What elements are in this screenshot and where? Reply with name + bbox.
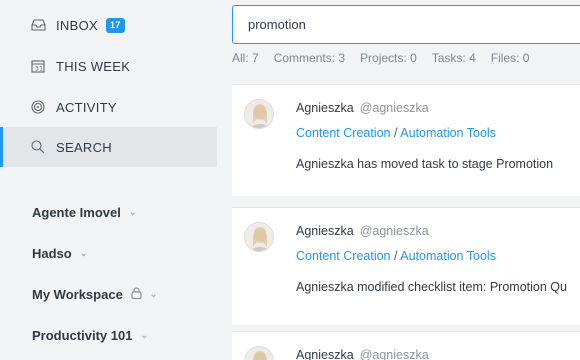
avatar bbox=[244, 99, 274, 129]
result-card[interactable]: Agnieszka @agnieszka Content Creation / A… bbox=[232, 84, 580, 196]
result-card[interactable]: Agnieszka @agnieszka Content Creation / A… bbox=[232, 207, 580, 325]
inbox-count-badge: 17 bbox=[105, 17, 125, 33]
chevron-down-icon[interactable]: ⌄ bbox=[140, 330, 148, 341]
avatar bbox=[244, 222, 274, 252]
filter-files[interactable]: Files: 0 bbox=[491, 51, 530, 65]
breadcrumb: Content Creation / Automation Tools bbox=[296, 126, 496, 140]
nav-search-label: SEARCH bbox=[56, 139, 112, 155]
project-link[interactable]: Content Creation bbox=[296, 249, 391, 263]
avatar bbox=[244, 346, 274, 360]
breadcrumb-separator: / bbox=[394, 249, 398, 263]
search-input[interactable]: promotion bbox=[232, 5, 580, 44]
author-handle: @agnieszka bbox=[359, 348, 429, 360]
workspace-label: Hadso bbox=[32, 246, 72, 261]
nav-this-week[interactable]: 31 THIS WEEK bbox=[0, 46, 217, 86]
workspace-label: My Workspace bbox=[32, 287, 123, 302]
chevron-down-icon[interactable]: ⌄ bbox=[150, 289, 158, 300]
nav-search[interactable]: SEARCH bbox=[0, 127, 217, 167]
author-name: Agnieszka bbox=[296, 348, 354, 360]
author: Agnieszka @agnieszka bbox=[296, 101, 429, 115]
filter-projects[interactable]: Projects: 0 bbox=[360, 51, 417, 65]
workspace-label: Productivity 101 bbox=[32, 328, 133, 343]
nav-this-week-label: THIS WEEK bbox=[56, 58, 131, 74]
project-link[interactable]: Content Creation bbox=[296, 126, 391, 140]
breadcrumb-separator: / bbox=[394, 126, 398, 140]
nav-inbox-label: INBOX bbox=[56, 17, 98, 33]
filter-tasks[interactable]: Tasks: 4 bbox=[432, 51, 476, 65]
svg-text:31: 31 bbox=[35, 66, 43, 73]
sidebar: INBOX 17 31 THIS WEEK ACTIVITY SEARCH Ag… bbox=[0, 0, 232, 360]
workspace-hadso[interactable]: Hadso ⌄ bbox=[32, 246, 87, 261]
filter-all[interactable]: All: 7 bbox=[232, 51, 259, 65]
author-handle: @agnieszka bbox=[359, 101, 429, 115]
activity-icon bbox=[30, 99, 46, 115]
chevron-down-icon[interactable]: ⌄ bbox=[80, 248, 88, 259]
list-link[interactable]: Automation Tools bbox=[400, 126, 496, 140]
workspace-productivity-101[interactable]: Productivity 101 ⌄ bbox=[32, 328, 148, 343]
calendar-icon: 31 bbox=[30, 58, 46, 74]
search-results-panel: promotion All: 7 Comments: 3 Projects: 0… bbox=[232, 0, 580, 360]
result-message: Agnieszka modified checklist item: Promo… bbox=[296, 280, 567, 294]
lock-icon bbox=[131, 287, 142, 302]
breadcrumb: Content Creation / Automation Tools bbox=[296, 249, 496, 263]
inbox-icon bbox=[30, 17, 46, 33]
author-handle: @agnieszka bbox=[359, 224, 429, 238]
author: Agnieszka @agnieszka bbox=[296, 348, 429, 360]
list-link[interactable]: Automation Tools bbox=[400, 249, 496, 263]
result-message: Agnieszka has moved task to stage Promot… bbox=[296, 157, 554, 171]
search-input-value: promotion bbox=[248, 17, 306, 32]
search-icon bbox=[30, 139, 46, 155]
chevron-down-icon[interactable]: ⌄ bbox=[129, 207, 137, 218]
author-name: Agnieszka bbox=[296, 224, 354, 238]
filter-comments[interactable]: Comments: 3 bbox=[274, 51, 345, 65]
author-name: Agnieszka bbox=[296, 101, 354, 115]
nav-activity[interactable]: ACTIVITY bbox=[0, 87, 217, 127]
nav-inbox[interactable]: INBOX 17 bbox=[0, 5, 217, 45]
workspace-my-workspace[interactable]: My Workspace ⌄ bbox=[32, 287, 157, 302]
workspace-agente-imovel[interactable]: Agente Imovel ⌄ bbox=[32, 205, 136, 220]
nav-activity-label: ACTIVITY bbox=[56, 99, 117, 115]
result-filters: All: 7 Comments: 3 Projects: 0 Tasks: 4 … bbox=[232, 51, 544, 65]
author: Agnieszka @agnieszka bbox=[296, 224, 429, 238]
result-card[interactable]: Agnieszka @agnieszka bbox=[232, 331, 580, 360]
workspace-label: Agente Imovel bbox=[32, 205, 121, 220]
